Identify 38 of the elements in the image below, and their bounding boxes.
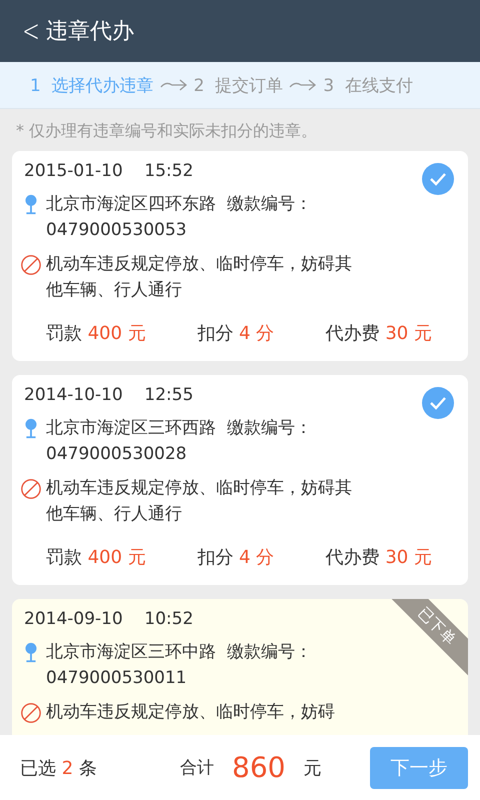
notice-text: * 仅办理有违章编号和实际未扣分的违章。	[15, 120, 318, 142]
arrow-icon	[160, 78, 188, 92]
checkbox[interactable]	[422, 163, 454, 195]
fee-text: 罚款 400 元	[46, 546, 146, 569]
violation-card[interactable]: 2014-10-10 12:55 北京市海淀区三环西路 缴款编号： 0479000530028 机动车违反规定停放、临时停车，妨碍其他车辆、行人通行 罚款 400 元 扣分 4 分 代办费 30 元	[12, 375, 468, 585]
payment-number: 0479000530053	[46, 219, 188, 242]
location-text: 北京市海淀区四环东路 缴款编号：	[46, 193, 312, 216]
violation-datetime: 2015-01-10 15:52	[24, 161, 194, 181]
fee-text: 扣分 4 分	[197, 546, 274, 569]
arrow-icon	[289, 78, 318, 92]
page-title: 违章代办	[46, 18, 134, 46]
violation-datetime: 2014-09-10 10:52	[24, 609, 194, 629]
payment-number: 0479000530011	[46, 667, 188, 690]
violation-card[interactable]: 已下单 2014-09-10 10:52 北京市海淀区三环中路 缴款编号： 0479000530011 机动车违反规定停放、临时停车，妨碍	[12, 599, 468, 735]
step-label: 3 在线支付	[323, 74, 413, 96]
fee-text: 代办费 30 元	[326, 322, 432, 345]
violation-description: 机动车违反规定停放、临时停车，妨碍其他车辆、行人通行	[46, 253, 353, 302]
fee-text: 罚款 400 元	[46, 322, 146, 345]
location-text: 北京市海淀区三环中路 缴款编号：	[46, 641, 312, 664]
fee-text: 扣分 4 分	[197, 322, 274, 345]
back-button[interactable]: <	[22, 14, 42, 48]
violation-datetime: 2014-10-10 12:55	[24, 385, 194, 405]
violation-card[interactable]: 2015-01-10 15:52 北京市海淀区四环东路 缴款编号： 0479000530053 机动车违反规定停放、临时停车，妨碍其他车辆、行人通行 罚款 400 元 扣分 4 分 代办费 30 元	[12, 151, 468, 361]
location-text: 北京市海淀区三环西路 缴款编号：	[46, 417, 312, 440]
violation-icon	[20, 478, 42, 500]
violation-description: 机动车违反规定停放、临时停车，妨碍	[46, 701, 335, 724]
step-label: 2 提交订单	[194, 74, 284, 96]
violation-icon	[20, 702, 42, 724]
total-unit: 元	[303, 756, 322, 780]
violation-icon	[20, 254, 42, 276]
selected-count-text: 已选 2 条	[20, 756, 98, 780]
payment-number: 0479000530028	[46, 443, 188, 466]
violation-description: 机动车违反规定停放、临时停车，妨碍其他车辆、行人通行	[46, 477, 353, 526]
step-label: 1 选择代办违章	[30, 74, 154, 96]
total-label: 合计	[180, 757, 214, 779]
checkbox[interactable]	[422, 387, 454, 419]
fee-text: 代办费 30 元	[326, 546, 432, 569]
total-amount: 860	[232, 751, 286, 784]
